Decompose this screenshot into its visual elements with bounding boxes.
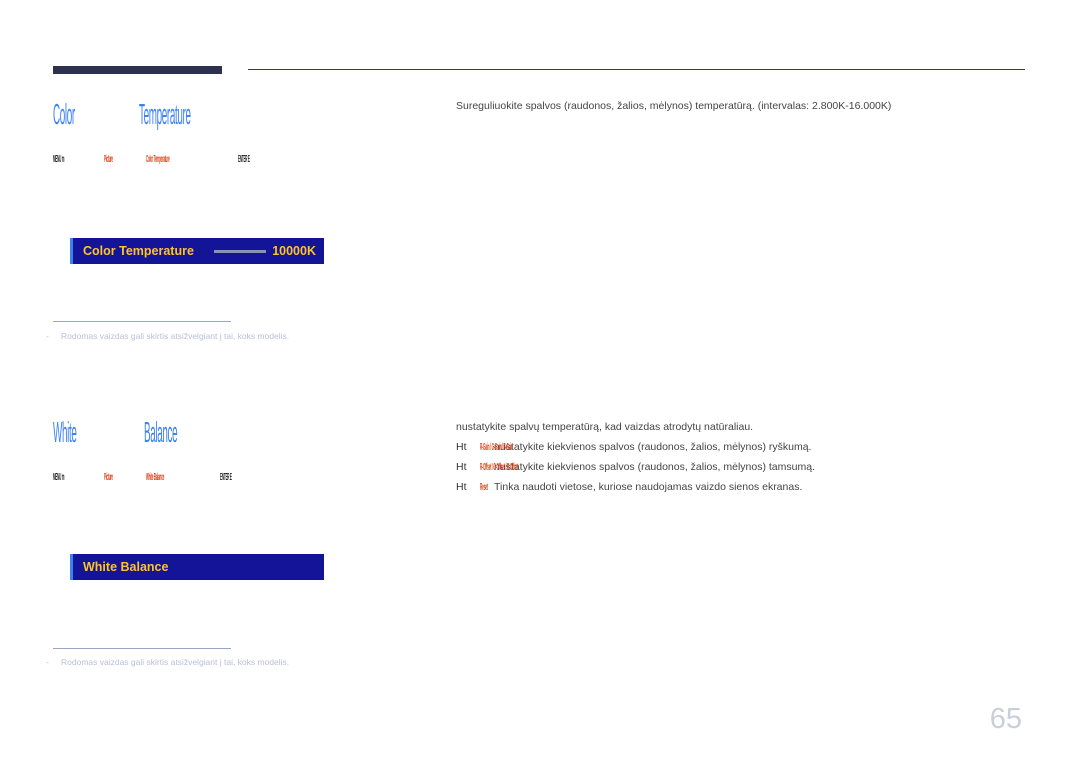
note-text: Rodomas vaizdas gali skirtis atsižvelgia… [61,331,290,341]
breadcrumb-white-balance: MENU m Picture White Balance ENTER E [53,472,259,483]
note-separator-1 [53,321,231,322]
note-separator-2 [53,648,231,649]
description-color-temperature: Sureguliuokite spalvos (raudonos, žalios… [456,100,892,112]
osd-slider-color-temperature[interactable] [214,249,266,253]
bullet-text: nustatykite kiekvienos spalvos (raudonos… [494,461,815,473]
bullet-key: Reset [480,481,488,493]
osd-row-color-temperature[interactable]: Color Temperature 10000K [70,238,324,264]
breadcrumb-path-1: Picture [103,154,113,165]
bullet-text: nustatykite kiekvienos spalvos (raudonos… [494,441,812,453]
bullet-item-gain: Ht R-Gain / G-Gain / B-Gainnustatykite ki… [456,441,811,453]
note-dash-icon: - [46,657,49,667]
description-white-balance: nustatykite spalvų temperatūrą, kad vaiz… [456,421,754,433]
bullet-item-reset: Ht Reset Tinka naudoti vietose, kuriose na… [456,481,802,493]
heading-part-a: White [53,417,77,449]
bullet-item-offset: Ht R-Offset / G-Offset / B-Offsetnustatyk… [456,461,815,473]
breadcrumb-menu: MENU m [53,154,65,165]
breadcrumb-path-2: White Balance [146,472,165,483]
breadcrumb-path-1: Picture [103,472,113,483]
osd-label-white-balance: White Balance [83,560,169,574]
section-heading-color-temperature: Color Temperature [53,99,291,132]
bullet-marker-icon: Ht [456,481,467,493]
osd-value-color-temperature: 10000K [272,244,316,258]
bullet-marker-icon: Ht [456,441,467,453]
note-text: Rodomas vaizdas gali skirtis atsižvelgia… [61,657,290,667]
breadcrumb-color-temperature: MENU m Picture Color Temperature ENTER E [53,154,277,165]
breadcrumb-enter: ENTER E [219,472,232,483]
note-color-temperature: - Rodomas vaizdas gali skirtis atsižvelgi… [46,331,289,341]
header-rule-thin [248,69,1025,70]
note-white-balance: - Rodomas vaizdas gali skirtis atsižvelgi… [46,657,289,667]
heading-part-a: Color [53,99,75,131]
header-rule-thick [53,66,222,74]
osd-row-white-balance[interactable]: White Balance [70,554,324,580]
osd-label-color-temperature: Color Temperature [83,244,194,258]
heading-part-b: Balance [144,417,178,449]
breadcrumb-path-2: Color Temperature [146,154,170,165]
breadcrumb-menu: MENU m [53,472,65,483]
page-number: 65 [989,703,1022,735]
bullet-key: R-Offset / G-Offset / B-Offset [480,461,519,473]
heading-part-b: Temperature [139,99,191,131]
bullet-key: R-Gain / G-Gain / B-Gain [480,441,513,453]
note-dash-icon: - [46,331,49,341]
breadcrumb-enter: ENTER E [237,154,250,165]
section-heading-white-balance: White Balance [53,417,242,450]
bullet-text: Tinka naudoti vietose, kuriose naudojama… [494,481,803,493]
bullet-marker-icon: Ht [456,461,467,473]
